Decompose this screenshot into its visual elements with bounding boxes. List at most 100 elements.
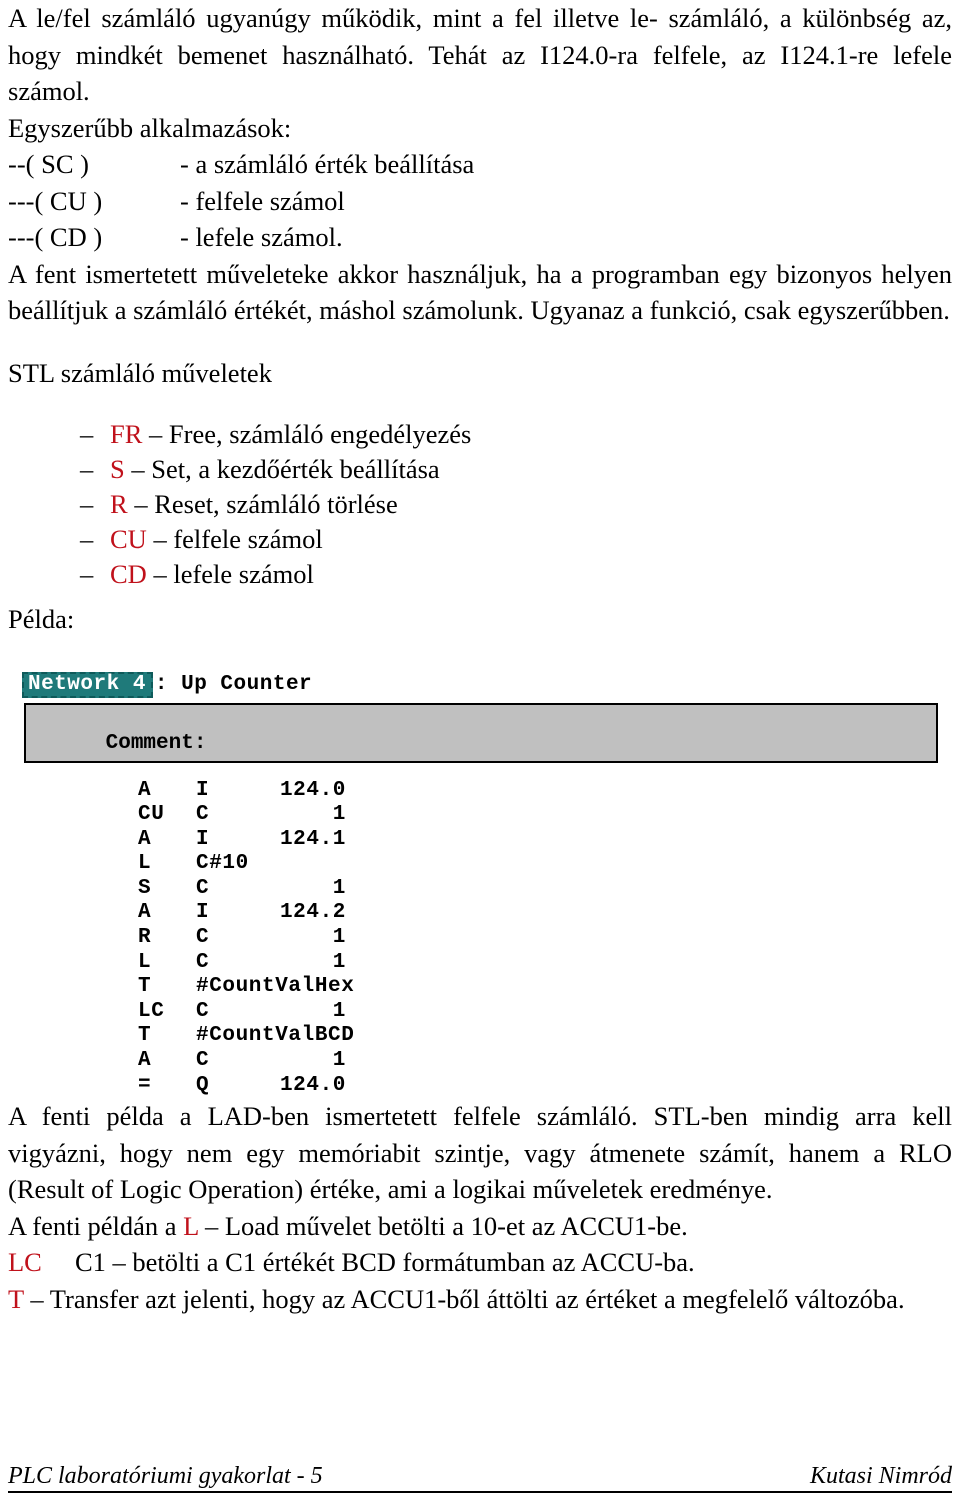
- example-label: Példa:: [8, 604, 75, 634]
- code-addr: 124.0: [279, 778, 346, 802]
- note-transfer: T – Transfer azt jelenti, hogy az ACCU1-…: [8, 1281, 952, 1318]
- code-line: S C 1: [138, 877, 952, 902]
- code-addr: 1: [332, 999, 346, 1023]
- code-line: = Q 124.0: [138, 1074, 952, 1099]
- code-addr: 1: [332, 876, 346, 900]
- coil-description: - lefele számol.: [180, 222, 343, 252]
- note-transfer-code: T: [8, 1283, 24, 1314]
- code-area: C#10: [196, 852, 249, 876]
- code-area: Q: [196, 1073, 210, 1097]
- comment-box[interactable]: Comment:: [24, 702, 938, 763]
- code-op: T: [138, 1024, 152, 1048]
- stl-separator: –: [127, 489, 155, 519]
- explain-paragraph: A fenti példa a LAD-ben ismertetett felf…: [8, 1101, 952, 1205]
- list-item-text: CD – lefele számol: [110, 557, 314, 592]
- dash-bullet-icon: –: [80, 454, 94, 484]
- network-header: Network 4 : Up Counter: [8, 671, 952, 698]
- dash-bullet-icon: –: [80, 419, 94, 449]
- stl-operations-list: – FR – Free, számláló engedélyezés – S –…: [8, 417, 952, 592]
- footer-left-text: PLC laboratóriumi gyakorlat - 5: [8, 1463, 323, 1489]
- code-addr: 1: [332, 803, 346, 827]
- coil-description: - felfele számol: [180, 185, 345, 216]
- code-line: A C 1: [138, 1049, 952, 1074]
- code-op: A: [138, 827, 152, 851]
- stl-description: felfele számol: [173, 524, 323, 554]
- code-line: CU C 1: [138, 803, 952, 828]
- note-lc-code: LC: [8, 1247, 42, 1278]
- code-area: C: [196, 803, 210, 827]
- code-addr: 124.0: [279, 1073, 346, 1097]
- coil-symbol: ---( CD ): [8, 222, 103, 252]
- network-title: : Up Counter: [154, 672, 313, 696]
- code-addr: 124.2: [279, 901, 346, 925]
- coil-row: --( SC ) - a számláló érték beállítása: [8, 146, 952, 183]
- note-load-rest: – Load művelet betölti a 10-et az ACCU1-…: [198, 1210, 688, 1241]
- stl-code: CD: [110, 559, 147, 589]
- code-area: C: [196, 950, 210, 974]
- applications-heading: Egyszerűbb alkalmazások:: [8, 112, 292, 143]
- stl-code: FR: [110, 419, 143, 449]
- code-area: #CountValHex: [196, 975, 355, 999]
- list-item-text: R – Reset, számláló törlése: [110, 487, 398, 522]
- code-line: A I 124.0: [138, 779, 952, 804]
- footer-right-text: Kutasi Nimród: [809, 1463, 952, 1489]
- code-op: L: [138, 950, 152, 974]
- code-op: LC: [138, 999, 165, 1023]
- list-item: – S – Set, a kezdőérték beállítása: [8, 452, 952, 487]
- network-label-highlighted: Network 4: [22, 671, 153, 698]
- coil-description: - a számláló érték beállítása: [180, 149, 475, 179]
- code-op: =: [138, 1073, 152, 1097]
- list-item: – CU – felfele számol: [8, 522, 952, 557]
- stl-code-block: A I 124.0 CU C 1 A I 124.1 L C#10 S C 1: [8, 779, 952, 1099]
- code-line: T #CountValHex: [138, 975, 952, 1000]
- note-lc: LC C1 – betölti a C1 értékét BCD formátu…: [8, 1244, 952, 1281]
- stl-code: S: [110, 454, 125, 484]
- code-op: CU: [138, 803, 165, 827]
- list-item-text: S – Set, a kezdőérték beállítása: [110, 452, 440, 487]
- coil-symbol: ---( CU ): [8, 185, 103, 216]
- coil-row: ---( CU ) - felfele számol: [8, 183, 952, 220]
- note-load: A fenti példán a L – Load művelet betölt…: [8, 1208, 952, 1245]
- code-area: I: [196, 778, 210, 802]
- code-line: L C 1: [138, 951, 952, 976]
- dash-bullet-icon: –: [80, 489, 94, 519]
- stl-description: Set, a kezdőérték beállítása: [151, 454, 440, 484]
- list-item-text: CU – felfele számol: [110, 522, 323, 557]
- code-op: A: [138, 778, 152, 802]
- intro-paragraph: A le/fel számláló ugyanúgy működik, mint…: [8, 3, 952, 106]
- code-area: C: [196, 1049, 210, 1073]
- code-op: L: [138, 852, 152, 876]
- stl-description: lefele számol: [173, 559, 314, 589]
- coil-row: ---( CD ) - lefele számol.: [8, 219, 952, 256]
- code-line: L C#10: [138, 852, 952, 877]
- code-area: #CountValBCD: [196, 1024, 355, 1048]
- stl-separator: –: [124, 454, 152, 484]
- dash-bullet-icon: –: [80, 524, 94, 554]
- code-addr: 1: [332, 1049, 346, 1073]
- stl-separator: –: [146, 559, 174, 589]
- code-op: A: [138, 901, 152, 925]
- code-line: A I 124.2: [138, 901, 952, 926]
- note-load-prefix: A fenti példán a: [8, 1210, 184, 1241]
- stl-heading: STL számláló műveletek: [8, 357, 272, 388]
- coil-instruction-list: --( SC ) - a számláló érték beállítása -…: [8, 146, 952, 256]
- code-op: R: [138, 926, 152, 950]
- code-area: I: [196, 901, 210, 925]
- code-area: I: [196, 827, 210, 851]
- dash-bullet-icon: –: [80, 559, 94, 589]
- usage-paragraph: A fent ismertetett műveleteke akkor hasz…: [8, 258, 952, 326]
- stl-separator: –: [146, 524, 174, 554]
- document-page: A le/fel számláló ugyanúgy működik, mint…: [0, 0, 960, 1511]
- plc-editor-screenshot: Network 4 : Up Counter Comment: A I 124.…: [8, 671, 952, 1099]
- note-load-code: L: [183, 1210, 199, 1241]
- code-line: A I 124.1: [138, 828, 952, 853]
- code-op: A: [138, 1049, 152, 1073]
- code-area: C: [196, 876, 210, 900]
- code-line: LC C 1: [138, 1000, 952, 1025]
- note-transfer-rest: – Transfer azt jelenti, hogy az ACCU1-bő…: [23, 1283, 905, 1314]
- code-area: C: [196, 999, 210, 1023]
